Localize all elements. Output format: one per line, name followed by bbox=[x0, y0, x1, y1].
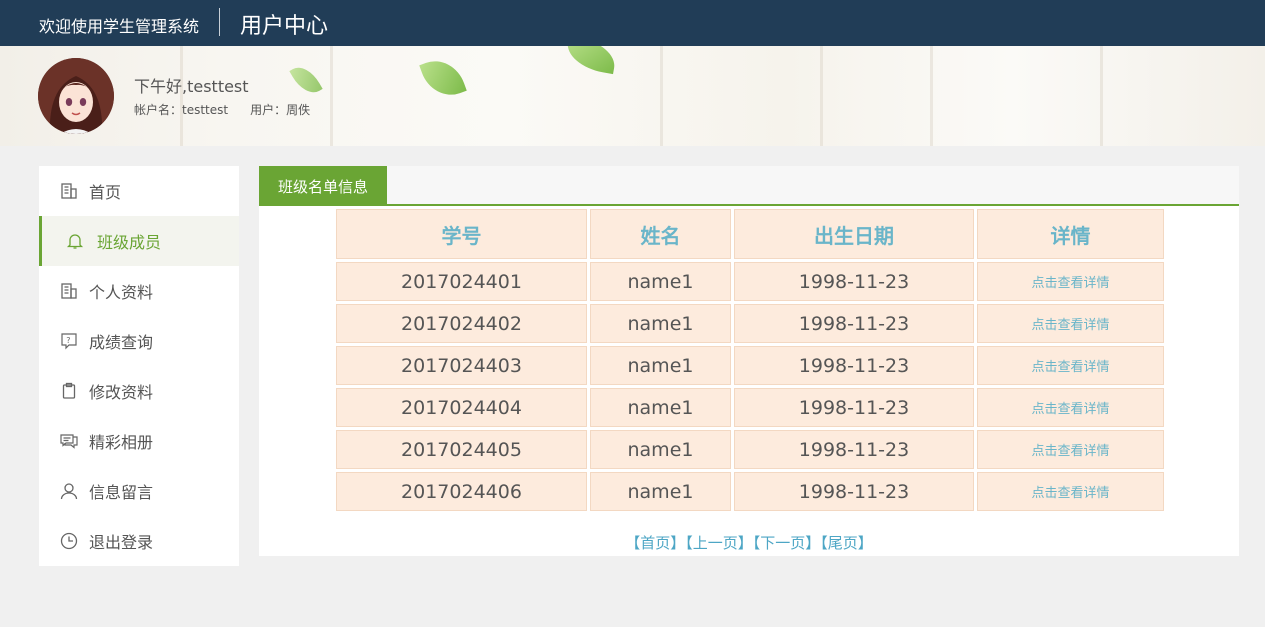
leaf-decoration bbox=[419, 53, 467, 103]
sidebar-nav: 首页 班级成员 个人资料 ? 成绩查询 修改资料 精彩相册 信息留言 退出登录 bbox=[39, 166, 239, 566]
name-cell: name1 bbox=[590, 430, 731, 469]
birth-date-cell: 1998-11-23 bbox=[734, 472, 974, 511]
wood-plank-line bbox=[1100, 46, 1103, 146]
greeting-text: 下午好,testtest bbox=[134, 77, 249, 96]
profile-banner: 下午好,testtest 帐户名：testtest 用户：周佚 bbox=[0, 46, 1265, 146]
sidebar-item-label: 班级成员 bbox=[97, 233, 162, 252]
last-page-link[interactable]: 【尾页】 bbox=[820, 534, 873, 552]
building-icon bbox=[60, 182, 78, 200]
view-details-link[interactable]: 点击查看详情 bbox=[977, 430, 1164, 469]
table-row: 2017024406 name1 1998-11-23 点击查看详情 bbox=[336, 472, 1164, 511]
wood-plank-line bbox=[820, 46, 823, 146]
view-details-link[interactable]: 点击查看详情 bbox=[977, 388, 1164, 427]
avatar-illustration bbox=[38, 58, 114, 134]
student-id-cell: 2017024404 bbox=[336, 388, 587, 427]
student-id-cell: 2017024401 bbox=[336, 262, 587, 301]
column-header-name: 姓名 bbox=[590, 209, 731, 259]
table-row: 2017024405 name1 1998-11-23 点击查看详情 bbox=[336, 430, 1164, 469]
prev-page-link[interactable]: 【上一页】 bbox=[685, 534, 753, 552]
sidebar-item-album[interactable]: 精彩相册 bbox=[39, 416, 239, 466]
view-details-link[interactable]: 点击查看详情 bbox=[977, 346, 1164, 385]
sidebar-item-label: 成绩查询 bbox=[89, 333, 154, 352]
first-page-link[interactable]: 【首页】 bbox=[625, 534, 685, 552]
building-icon bbox=[60, 282, 78, 300]
top-bar: 欢迎使用学生管理系统 用户中心 bbox=[0, 0, 1265, 46]
table-row: 2017024402 name1 1998-11-23 点击查看详情 bbox=[336, 304, 1164, 343]
name-cell: name1 bbox=[590, 472, 731, 511]
svg-text:?: ? bbox=[66, 336, 70, 345]
sidebar-item-class-members[interactable]: 班级成员 bbox=[39, 216, 239, 266]
main-panel: 班级名单信息 学号 姓名 出生日期 详情 2017024401 name1 19… bbox=[259, 166, 1239, 556]
pagination: 【首页】【上一页】【下一页】【尾页】 bbox=[259, 532, 1239, 553]
student-id-cell: 2017024406 bbox=[336, 472, 587, 511]
birth-date-cell: 1998-11-23 bbox=[734, 262, 974, 301]
sidebar-item-label: 首页 bbox=[89, 183, 122, 202]
sidebar-item-profile[interactable]: 个人资料 bbox=[39, 266, 239, 316]
table-row: 2017024403 name1 1998-11-23 点击查看详情 bbox=[336, 346, 1164, 385]
sidebar-item-label: 退出登录 bbox=[89, 533, 154, 552]
table-row: 2017024401 name1 1998-11-23 点击查看详情 bbox=[336, 262, 1164, 301]
sidebar-item-home[interactable]: 首页 bbox=[39, 166, 239, 216]
name-cell: name1 bbox=[590, 388, 731, 427]
name-cell: name1 bbox=[590, 262, 731, 301]
user-icon bbox=[60, 482, 78, 500]
column-header-birth-date: 出生日期 bbox=[734, 209, 974, 259]
name-cell: name1 bbox=[590, 346, 731, 385]
panel-header: 班级名单信息 bbox=[259, 166, 1239, 206]
birth-date-cell: 1998-11-23 bbox=[734, 388, 974, 427]
column-header-student-id: 学号 bbox=[336, 209, 587, 259]
sidebar-item-label: 个人资料 bbox=[89, 283, 154, 302]
clock-icon bbox=[60, 532, 78, 550]
student-id-cell: 2017024402 bbox=[336, 304, 587, 343]
user-name: 用户：周佚 bbox=[250, 103, 311, 117]
wood-plank-line bbox=[930, 46, 933, 146]
wood-plank-line bbox=[660, 46, 663, 146]
sidebar-item-grades[interactable]: ? 成绩查询 bbox=[39, 316, 239, 366]
avatar[interactable] bbox=[38, 58, 114, 134]
wood-plank-line bbox=[330, 46, 333, 146]
tab-class-roster[interactable]: 班级名单信息 bbox=[259, 166, 387, 206]
student-id-cell: 2017024403 bbox=[336, 346, 587, 385]
birth-date-cell: 1998-11-23 bbox=[734, 346, 974, 385]
account-name: 帐户名：testtest bbox=[134, 103, 229, 117]
header-divider bbox=[219, 8, 220, 36]
sidebar-item-label: 精彩相册 bbox=[89, 433, 154, 452]
chat-icon bbox=[60, 432, 78, 450]
sidebar-item-logout[interactable]: 退出登录 bbox=[39, 516, 239, 566]
leaf-decoration bbox=[563, 46, 619, 75]
sidebar-item-label: 修改资料 bbox=[89, 383, 154, 402]
view-details-link[interactable]: 点击查看详情 bbox=[977, 472, 1164, 511]
column-header-details: 详情 bbox=[977, 209, 1164, 259]
birth-date-cell: 1998-11-23 bbox=[734, 430, 974, 469]
next-page-link[interactable]: 【下一页】 bbox=[753, 534, 821, 552]
name-cell: name1 bbox=[590, 304, 731, 343]
table-row: 2017024404 name1 1998-11-23 点击查看详情 bbox=[336, 388, 1164, 427]
sidebar-item-label: 信息留言 bbox=[89, 483, 154, 502]
sidebar-item-messages[interactable]: 信息留言 bbox=[39, 466, 239, 516]
account-info: 帐户名：testtest 用户：周佚 bbox=[134, 101, 310, 118]
leaf-decoration bbox=[289, 61, 323, 99]
class-roster-table: 学号 姓名 出生日期 详情 2017024401 name1 1998-11-2… bbox=[333, 206, 1167, 514]
birth-date-cell: 1998-11-23 bbox=[734, 304, 974, 343]
bell-icon bbox=[66, 232, 84, 250]
clipboard-icon bbox=[60, 382, 78, 400]
student-id-cell: 2017024405 bbox=[336, 430, 587, 469]
site-title: 欢迎使用学生管理系统 bbox=[39, 17, 200, 36]
question-icon: ? bbox=[60, 332, 78, 350]
page-title: 用户中心 bbox=[240, 14, 329, 39]
view-details-link[interactable]: 点击查看详情 bbox=[977, 304, 1164, 343]
table-header-row: 学号 姓名 出生日期 详情 bbox=[336, 209, 1164, 259]
view-details-link[interactable]: 点击查看详情 bbox=[977, 262, 1164, 301]
sidebar-item-edit-profile[interactable]: 修改资料 bbox=[39, 366, 239, 416]
